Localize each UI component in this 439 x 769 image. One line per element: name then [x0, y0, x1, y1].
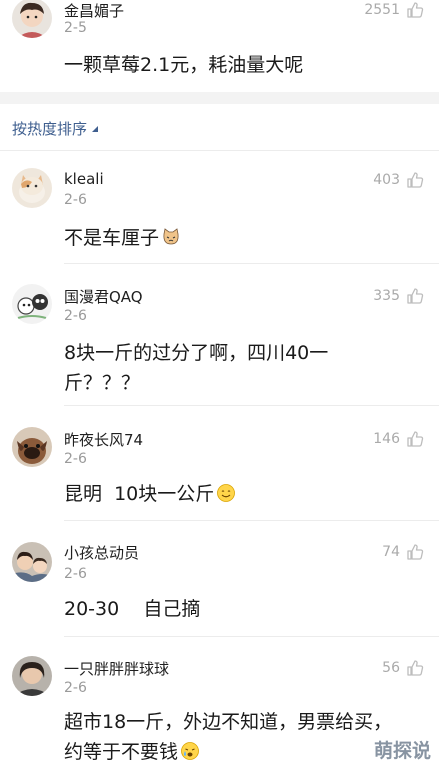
thumbs-up-icon — [407, 288, 424, 304]
divider — [64, 263, 439, 264]
divider — [64, 405, 439, 406]
avatar[interactable] — [12, 0, 52, 38]
thumbs-up-icon — [407, 431, 424, 447]
smiling-face-emoji-icon — [217, 484, 236, 502]
comment-text: 昆明 10块一公斤 — [64, 479, 384, 509]
commenter-name[interactable]: 昨夜长风74 — [64, 429, 143, 450]
comment-text-line: 超市18一斤，外边不知道，男票给买， — [64, 711, 393, 733]
thumbs-up-icon — [407, 2, 424, 18]
section-divider — [0, 92, 439, 104]
comment-text-line: 约等于不要钱 — [64, 737, 424, 767]
comment-text: 超市18一斤，外边不知道，男票给买， 约等于不要钱 — [64, 707, 424, 767]
cat-face-emoji-icon — [163, 228, 179, 245]
avatar[interactable] — [12, 284, 52, 324]
comment-date: 2-5 — [64, 20, 87, 36]
like-button[interactable]: 2551 — [364, 0, 425, 20]
like-button[interactable]: 335 — [373, 286, 425, 306]
comment-text-line: 斤？？？ — [64, 372, 141, 394]
thumbs-up-icon — [407, 172, 424, 188]
watermark: 萌探说 — [373, 740, 431, 762]
comment-date: 2-6 — [64, 680, 87, 696]
like-count: 403 — [373, 172, 400, 188]
comment-text: 不是车厘子 — [64, 223, 384, 253]
like-button[interactable]: 146 — [373, 429, 425, 449]
comment-text-content: 昆明 10块一公斤 — [64, 483, 215, 505]
like-count: 2551 — [364, 2, 400, 18]
comment-date: 2-6 — [64, 308, 87, 324]
commenter-name[interactable]: 金昌媚子 — [64, 0, 124, 21]
comment-date: 2-6 — [64, 192, 87, 208]
comment-date: 2-6 — [64, 451, 87, 467]
comment-text-content: 约等于不要钱 — [64, 741, 179, 763]
like-button[interactable]: 74 — [382, 542, 425, 562]
like-count: 56 — [382, 660, 400, 676]
commenter-name[interactable]: kleali — [64, 170, 104, 188]
sort-label: 按热度排序 — [12, 120, 88, 138]
divider — [64, 520, 439, 521]
commenter-name[interactable]: 小孩总动员 — [64, 542, 139, 563]
avatar[interactable] — [12, 656, 52, 696]
like-button[interactable]: 56 — [382, 658, 425, 678]
commenter-name[interactable]: 一只胖胖胖球球 — [64, 658, 169, 679]
sort-by-hot-button[interactable]: 按热度排序 — [12, 118, 99, 139]
divider — [0, 150, 439, 151]
avatar[interactable] — [12, 168, 52, 208]
thumbs-up-icon — [407, 544, 424, 560]
caret-down-icon — [92, 125, 99, 132]
divider — [64, 636, 439, 637]
comment-text: 8块一斤的过分了啊，四川40一 斤？？？ — [64, 338, 384, 398]
crying-face-emoji-icon — [181, 742, 199, 760]
comment-date: 2-6 — [64, 566, 87, 582]
comment-text-content: 20-30 自己摘 — [64, 598, 201, 620]
avatar[interactable] — [12, 542, 52, 582]
comment-text-line: 8块一斤的过分了啊，四川40一 — [64, 342, 329, 364]
thumbs-up-icon — [407, 660, 424, 676]
avatar[interactable] — [12, 427, 52, 467]
commenter-name[interactable]: 国漫君QAQ — [64, 286, 143, 307]
like-button[interactable]: 403 — [373, 170, 425, 190]
like-count: 146 — [373, 431, 400, 447]
comment-text-content: 不是车厘子 — [64, 227, 160, 249]
like-count: 74 — [382, 544, 400, 560]
like-count: 335 — [373, 288, 400, 304]
comment-text: 一颗草莓2.1元，耗油量大呢 — [64, 54, 304, 76]
comment-text: 20-30 自己摘 — [64, 594, 384, 624]
